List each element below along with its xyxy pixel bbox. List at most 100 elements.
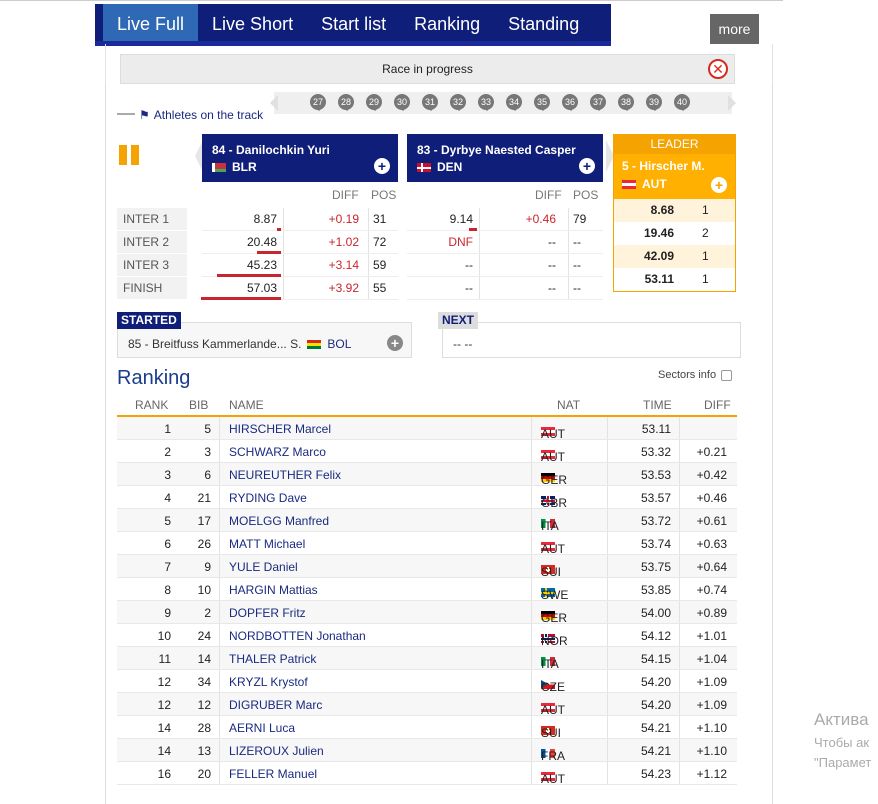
started-label: STARTED [117,312,181,329]
nat-code: CZE [541,680,565,694]
name-cell[interactable]: MOELGG Manfred [229,514,329,528]
diff-cell: +1.10 [696,744,727,758]
name-cell[interactable]: THALER Patrick [229,652,316,666]
track-bib[interactable]: 36 [562,94,578,111]
tab-standing[interactable]: Standing [494,4,593,41]
track-bib[interactable]: 32 [450,94,466,111]
name-cell[interactable]: KRYZL Krystof [229,675,308,689]
split-diff: +3.14 [328,258,359,272]
track-bib[interactable]: 37 [590,94,606,111]
track-bib[interactable]: 27 [310,94,326,111]
prev-athlete-arrow-icon[interactable] [187,140,203,172]
track-bib[interactable]: 33 [478,94,494,111]
table-row[interactable]: 16 20 FELLER Manuel AUT 54.23 +1.12 [117,762,737,786]
name-cell[interactable]: HIRSCHER Marcel [229,422,331,436]
nat-code: AUT [541,450,565,464]
next-athlete: -- -- [442,322,741,358]
started-box: 85 - Breitfuss Kammerlande... S. BOL + ST… [117,312,412,358]
name-cell[interactable]: FELLER Manuel [229,767,317,781]
leader-name: 5 - Hirscher M. [622,159,705,173]
track-bib[interactable]: 40 [674,94,690,111]
track-bib[interactable]: 34 [506,94,522,111]
split-row: 57.03 +3.92 55 [201,277,398,300]
name-cell[interactable]: NORDBOTTEN Jonathan [229,629,366,643]
split-time: -- [465,281,473,295]
race-status-text: Race in progress [382,62,473,76]
ranking-title: Ranking [117,367,191,389]
name-cell[interactable]: AERNI Luca [229,721,295,735]
split-row: 9.14 +0.46 79 [407,208,603,231]
split-row: DNF -- -- [407,231,603,254]
table-row[interactable]: 5 17 MOELGG Manfred ITA 53.72 +0.61 [117,509,737,533]
table-row[interactable]: 14 28 AERNI Luca SUI 54.21 +1.10 [117,716,737,740]
tab-live-short[interactable]: Live Short [198,4,307,41]
time-cell: 54.21 [640,744,671,758]
nat-code: AUT [541,772,565,786]
tab-ranking[interactable]: Ranking [400,4,494,41]
name-cell[interactable]: SCHWARZ Marco [229,445,326,459]
table-row[interactable]: 9 2 DOPFER Fritz GER 54.00 +0.89 [117,601,737,625]
athlete-name: 83 - Dyrbye Naested Casper [417,143,576,157]
table-row[interactable]: 11 14 THALER Patrick ITA 54.15 +1.04 [117,647,737,671]
name-cell[interactable]: LIZEROUX Julien [229,744,324,758]
track-bib[interactable]: 39 [646,94,662,111]
track-bib[interactable]: 30 [394,94,410,111]
sectors-info-toggle[interactable]: Sectors info [658,369,733,381]
rank-cell: 11 [158,652,171,666]
name-cell[interactable]: YULE Daniel [229,560,298,574]
add-icon[interactable]: + [374,158,390,174]
name-cell[interactable]: DOPFER Fritz [229,606,306,620]
tab-live-full[interactable]: Live Full [103,4,199,41]
name-cell[interactable]: RYDING Dave [229,491,307,505]
split-pos: 79 [573,212,587,226]
activation-watermark-line3: "Парамет [814,755,872,770]
split-row: 8.87 +0.19 31 [202,208,398,231]
pause-icon[interactable] [119,145,141,165]
table-row[interactable]: 1 5 HIRSCHER Marcel AUT 53.11 [117,417,737,441]
split-diff: -- [548,281,556,295]
table-row[interactable]: 2 3 SCHWARZ Marco AUT 53.32 +0.21 [117,440,737,464]
name-cell[interactable]: HARGIN Mattias [229,583,318,597]
table-row[interactable]: 8 10 HARGIN Mattias SWE 53.85 +0.74 [117,578,737,602]
table-row[interactable]: 3 6 NEUREUTHER Felix GER 53.53 +0.42 [117,463,737,487]
name-cell[interactable]: MATT Michael [229,537,305,551]
leader-card: LEADER 5 - Hirscher M. AUT + 8.68 1 19.46 2… [613,134,736,292]
add-icon[interactable]: + [579,158,595,174]
leader-split-time: 53.11 [644,272,674,286]
track-bib[interactable]: 38 [618,94,634,111]
table-row[interactable]: 6 26 MATT Michael AUT 53.74 +0.63 [117,532,737,556]
split-gap-bar [201,297,281,300]
name-cell[interactable]: NEUREUTHER Felix [229,468,341,482]
athlete-country: BLR [232,160,257,174]
add-icon[interactable]: + [711,177,727,193]
table-row[interactable]: 12 12 DIGRUBER Marc AUT 54.20 +1.09 [117,693,737,717]
nat-code: GER [541,611,568,625]
track-bib[interactable]: 29 [366,94,382,111]
table-row[interactable]: 4 21 RYDING Dave GBR 53.57 +0.46 [117,486,737,510]
rank-cell: 7 [164,560,171,574]
track-bib[interactable]: 28 [338,94,354,111]
started-athlete-country: BOL [327,337,352,351]
tab-start-list[interactable]: Start list [307,4,400,41]
diff-cell: +0.61 [696,514,727,528]
close-icon[interactable]: ✕ [708,59,728,79]
athlete-1-splits: DIFF POS 8.87 +0.19 31 20.48 +1.02 72 45.23 +3.… [201,183,398,303]
track-bib[interactable]: 35 [534,94,550,111]
add-icon[interactable]: + [387,335,403,351]
table-row[interactable]: 7 9 YULE Daniel SUI 53.75 +0.64 [117,555,737,579]
bib-cell: 10 [197,583,211,597]
rank-cell: 12 [157,675,171,689]
bib-cell: 20 [197,767,211,781]
next-athlete-text: -- -- [453,337,473,351]
track-bib[interactable]: 31 [422,94,438,111]
table-row[interactable]: 12 34 KRYZL Krystof CZE 54.20 +1.09 [117,670,737,694]
table-row[interactable]: 10 24 NORDBOTTEN Jonathan NOR 54.12 +1.01 [117,624,737,648]
table-row[interactable]: 14 13 LIZEROUX Julien FRA 54.21 +1.10 [117,739,737,763]
diff-cell: +0.74 [696,583,727,597]
split-time: DNF [448,235,473,249]
split-pos: -- [573,281,581,295]
more-button[interactable]: more [710,14,759,44]
sectors-info-checkbox[interactable] [721,369,733,381]
leader-split-row: 8.68 1 [614,199,735,222]
name-cell[interactable]: DIGRUBER Marc [229,698,322,712]
